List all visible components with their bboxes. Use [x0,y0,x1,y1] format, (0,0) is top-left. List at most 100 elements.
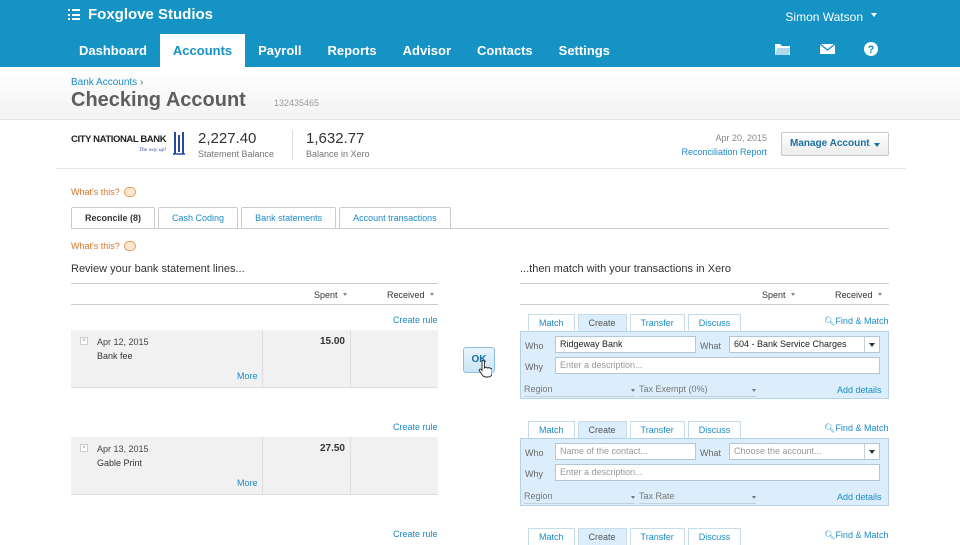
tab-underline [71,228,889,229]
divider [71,304,438,305]
nav-payroll[interactable]: Payroll [245,34,314,67]
more-link[interactable]: More [237,478,258,488]
account-select[interactable]: 604 - Bank Service Charges [729,336,880,353]
find-match-label: Find & Match [835,423,889,433]
remove-icon[interactable]: × [80,337,88,345]
right-received-header[interactable]: Received [835,290,882,300]
find-match-label: Find & Match [835,316,889,326]
tab-transfer[interactable]: Transfer [629,528,685,545]
statement-line: × Apr 13, 2015 Gable Print More 27.50 [71,437,438,495]
region-dropdown[interactable]: Region [524,384,635,397]
description-input[interactable]: Enter a description... [555,357,880,374]
create-form: Who Ridgeway Bank What 604 - Bank Servic… [520,331,889,399]
divider [292,130,293,160]
add-details-link[interactable]: Add details [837,492,882,502]
mail-icon[interactable] [819,41,837,57]
statement-date: Apr 12, 2015 [97,337,149,347]
tab-discuss[interactable]: Discuss [687,421,742,438]
create-rule-link[interactable]: Create rule [393,315,438,325]
tab-match[interactable]: Match [528,421,575,438]
add-details-link[interactable]: Add details [837,385,882,395]
tab-create[interactable]: Create [577,421,627,438]
find-match-link[interactable]: 🔍︎Find & Match [824,530,888,541]
find-match-label: Find & Match [835,530,889,540]
remove-icon[interactable]: × [80,444,88,452]
tab-transfer[interactable]: Transfer [629,421,685,438]
left-heading: Review your bank statement lines... [71,263,245,275]
create-rule-link[interactable]: Create rule [393,529,438,539]
tab-discuss[interactable]: Discuss [687,528,742,545]
whats-this-link-2[interactable]: What's this? [71,241,136,251]
account-select[interactable]: Choose the account... [729,443,880,460]
tab-discuss[interactable]: Discuss [687,314,742,331]
tab-reconcile[interactable]: Reconcile (8) [71,207,156,229]
help-icon[interactable]: ? [863,41,881,57]
account-number: 132435465 [274,98,320,108]
org-switcher[interactable]: Foxglove Studios [68,6,213,23]
user-menu[interactable]: Simon Watson [785,10,877,24]
menu-icon[interactable] [68,9,80,20]
right-spent-header[interactable]: Spent [762,290,795,300]
breadcrumb: Bank Accounts › [71,77,143,88]
tax-dropdown[interactable]: Tax Rate [639,491,756,504]
find-match-link[interactable]: 🔍︎Find & Match [824,316,888,327]
region-dropdown[interactable]: Region [524,491,635,504]
statement-balance-label: Statement Balance [198,149,275,159]
nav-contacts[interactable]: Contacts [464,34,546,67]
tab-bank-statements[interactable]: Bank statements [241,207,337,228]
org-name: Foxglove Studios [88,6,214,23]
tab-transfer[interactable]: Transfer [629,314,685,331]
folder-icon[interactable] [774,41,792,57]
xero-balance-label: Balance in Xero [306,149,370,159]
create-rule-link[interactable]: Create rule [393,422,438,432]
tab-match[interactable]: Match [528,314,575,331]
statement-date: Apr 13, 2015 [97,444,149,454]
nav-dashboard[interactable]: Dashboard [66,34,160,67]
tab-match[interactable]: Match [528,528,575,545]
divider [520,283,889,284]
match-tabs: Match Create Transfer Discuss [528,421,744,438]
who-label: Who [525,341,544,351]
nav-accounts[interactable]: Accounts [159,34,246,67]
reconciliation-report-link[interactable]: Reconciliation Report [681,147,767,157]
find-match-link[interactable]: 🔍︎Find & Match [824,423,888,434]
reconcile-tabs: Reconcile (8) Cash Coding Bank statement… [71,207,454,229]
statement-payee: Gable Print [97,458,143,468]
bank-logo-text: CITY NATIONAL BANK [71,134,167,145]
divider [71,283,438,284]
divider [520,304,889,305]
statement-balance-value: 2,227.40 [198,130,257,147]
nav-settings[interactable]: Settings [546,34,623,67]
bank-logo: CITY NATIONAL BANK The way up! [71,132,185,155]
manage-account-button[interactable]: Manage Account [781,132,889,156]
breadcrumb-bank-accounts[interactable]: Bank Accounts [71,77,137,88]
who-input[interactable]: Ridgeway Bank [555,336,696,353]
nav-reports[interactable]: Reports [315,34,390,67]
tab-create[interactable]: Create [577,314,627,331]
hand-cursor-icon [478,360,492,378]
xero-balance: 1,632.77 Balance in Xero [306,130,370,159]
right-heading: ...then match with your transactions in … [520,263,731,275]
page-title: Checking Account [71,89,246,111]
description-input[interactable]: Enter a description... [555,464,880,481]
why-label: Why [525,362,543,372]
tab-account-transactions[interactable]: Account transactions [339,207,451,228]
who-label: Who [525,448,544,458]
spent-amount: 15.00 [319,336,345,347]
left-received-header[interactable]: Received [387,290,434,300]
whats-this-link[interactable]: What's this? [71,187,136,197]
speech-bubble-icon [123,187,136,197]
breadcrumb-separator: › [139,77,144,88]
nav-advisor[interactable]: Advisor [390,34,464,67]
what-label: What [700,341,722,351]
tax-dropdown[interactable]: Tax Exempt (0%) [639,384,756,397]
xero-balance-value: 1,632.77 [306,130,365,147]
who-input[interactable]: Name of the contact... [555,443,696,460]
reconcile-date: Apr 20, 2015 [715,133,767,143]
tab-create[interactable]: Create [577,528,627,545]
bank-logo-tagline: The way up! [139,147,166,153]
what-label: What [700,448,722,458]
left-spent-header[interactable]: Spent [314,290,347,300]
tab-cash-coding[interactable]: Cash Coding [158,207,239,228]
more-link[interactable]: More [237,371,258,381]
